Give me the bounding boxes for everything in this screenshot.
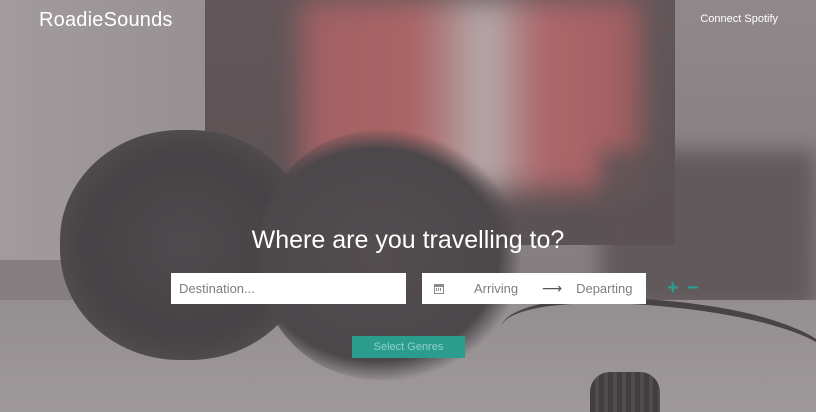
select-genres-button[interactable]: Select Genres (352, 336, 465, 358)
brand-logo[interactable]: RoadieSounds (39, 9, 173, 32)
hero-section: RoadieSounds Connect Spotify Where are y… (0, 0, 816, 412)
arriving-date-field[interactable]: Arriving (474, 281, 534, 296)
page-title: Where are you travelling to? (251, 226, 565, 254)
destination-input[interactable] (171, 273, 406, 304)
departing-date-field[interactable]: Departing (576, 281, 632, 296)
plus-icon[interactable]: + (667, 278, 679, 298)
minus-icon[interactable]: − (687, 278, 699, 298)
connect-spotify-link[interactable]: Connect Spotify (700, 13, 778, 25)
arrow-right-icon: ⟶ (542, 280, 563, 296)
date-range-picker[interactable]: Arriving ⟶ Departing (422, 273, 646, 304)
calendar-icon (434, 283, 444, 294)
